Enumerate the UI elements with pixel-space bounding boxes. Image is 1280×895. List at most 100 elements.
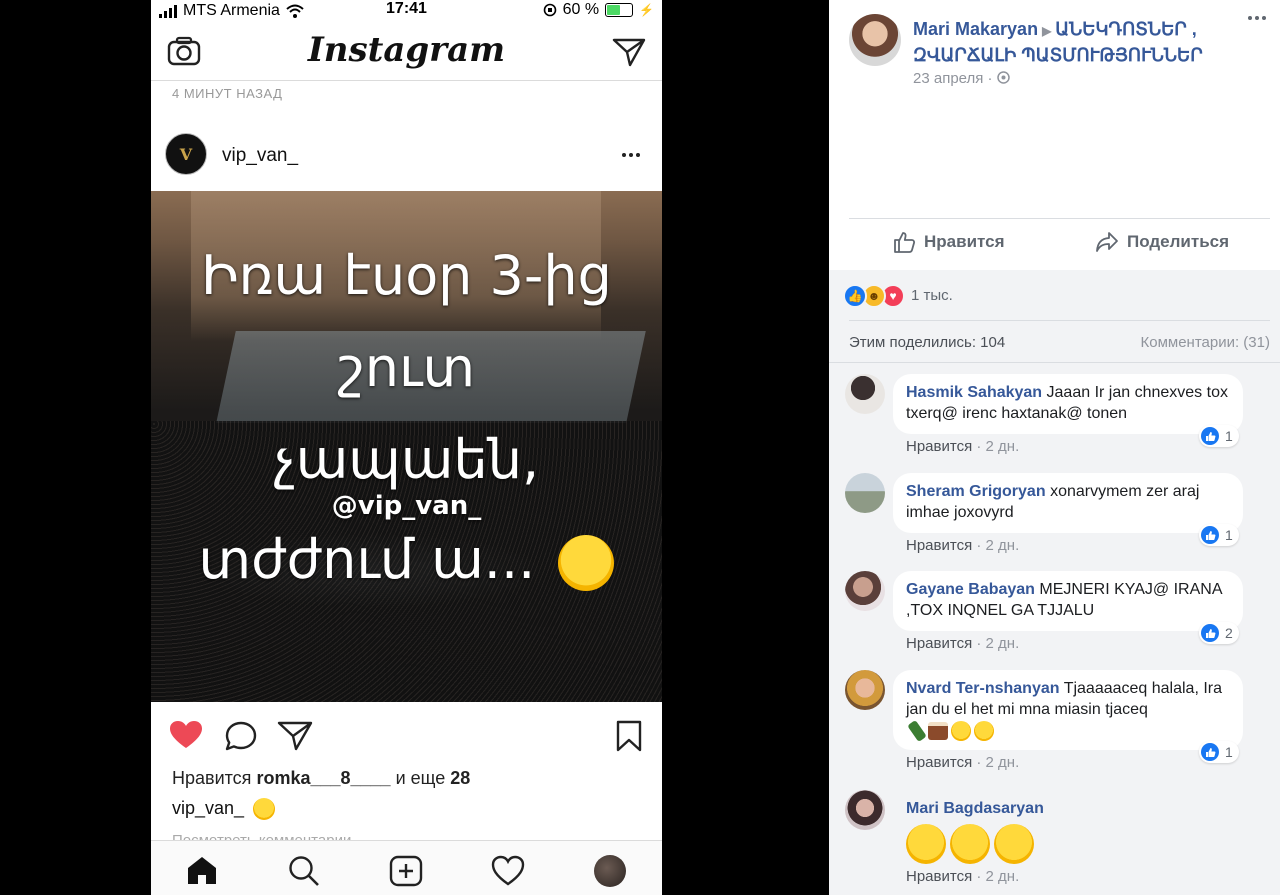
tears-of-joy-emoji-icon [994, 824, 1034, 864]
divider [829, 362, 1280, 363]
overlay-line-3: չապաեն, [273, 428, 540, 491]
commenter-avatar[interactable] [845, 374, 885, 414]
search-icon[interactable] [287, 855, 321, 887]
caption-user[interactable]: vip_van_ [172, 798, 244, 818]
commenter-avatar[interactable] [845, 790, 885, 830]
like-badge-icon [1201, 427, 1219, 445]
comment-like-badge[interactable]: 2 [1199, 622, 1239, 644]
comment-content: Mari Bagdasaryan [906, 800, 1044, 864]
comment-bubble: Gayane Babayan MEJNERI KYAJ@ IRANA ,TOX … [893, 571, 1243, 631]
like-button[interactable]: Нравится [892, 230, 1005, 254]
overlay-line-4: տժժում ա... [198, 528, 536, 591]
profile-avatar[interactable] [594, 855, 626, 887]
comment-time[interactable]: 2 дн. [986, 438, 1020, 455]
globe-privacy-icon [996, 71, 1010, 84]
share-send-icon[interactable] [277, 720, 313, 752]
post-date: 23 апреля · [913, 70, 1010, 87]
tears-of-joy-emoji-icon [558, 535, 615, 592]
post-title: Mari Makaryan ▶ ԱՆԵԿԴՈՏՆԵՐ , ԶՎԱՐՃԱԼԻ ՊԱՏՄ… [913, 17, 1233, 67]
direct-message-icon[interactable] [612, 37, 646, 67]
comment-like-badge[interactable]: 1 [1199, 524, 1239, 546]
comment-emoji-row [906, 824, 1044, 864]
comment-footer: Нравится · 2 дн. [906, 537, 1020, 554]
commenter-avatar[interactable] [845, 670, 885, 710]
tears-of-joy-emoji-icon [906, 824, 946, 864]
new-post-icon[interactable] [389, 855, 423, 887]
likes-count[interactable]: 28 [450, 768, 470, 788]
likes-user[interactable]: romka___8____ [256, 768, 390, 788]
comment-time[interactable]: 2 дн. [986, 754, 1020, 771]
comments-count[interactable]: Комментарии: (31) [1141, 334, 1271, 351]
share-button-label: Поделиться [1127, 232, 1230, 251]
avatar-logo-letter: V [179, 144, 193, 164]
post-caption: vip_van_ [172, 798, 276, 821]
post-author-name[interactable]: vip_van_ [222, 145, 298, 167]
comment-author[interactable]: Hasmik Sahakyan [906, 384, 1042, 401]
battery-percent: 60 % [562, 1, 600, 18]
comment-bubble: Sheram Grigoryan xonarvymem zer araj imh… [893, 473, 1243, 533]
heart-filled-icon[interactable] [169, 720, 203, 750]
instagram-screenshot: MTS Armenia 17:41 60 % ⚡ Instagram 4 МИН… [151, 0, 662, 895]
home-icon[interactable] [185, 855, 219, 885]
author-avatar[interactable] [849, 14, 901, 66]
comment-like-count: 1 [1225, 428, 1233, 444]
comment-time[interactable]: 2 дн. [986, 635, 1020, 652]
like-button-label: Нравится [924, 232, 1005, 251]
comment-icon[interactable] [224, 720, 258, 752]
post-author-avatar[interactable]: V [165, 133, 207, 175]
shares-count[interactable]: Этим поделились: 104 [849, 334, 1005, 351]
comment-author[interactable]: Sheram Grigoryan [906, 483, 1046, 500]
charging-icon: ⚡ [639, 3, 654, 17]
bottle-emoji-icon [907, 719, 927, 742]
reactions-count[interactable]: 1 тыс. [911, 287, 953, 304]
battery-group: 60 % ⚡ [543, 1, 654, 19]
comment-time[interactable]: 2 дн. [986, 868, 1020, 885]
likes-middle: и еще [395, 768, 446, 788]
caption-laugh-emoji-icon [253, 798, 276, 821]
status-bar: MTS Armenia 17:41 60 % ⚡ [151, 0, 662, 20]
thumbs-up-icon [894, 232, 916, 253]
activity-heart-icon[interactable] [491, 855, 525, 887]
post-options-icon[interactable] [622, 153, 640, 157]
comment-like-count: 1 [1225, 744, 1233, 760]
overlay-line-4-row: տժժում ա... [151, 528, 662, 592]
bookmark-icon[interactable] [616, 720, 642, 752]
comment-like-link[interactable]: Нравится [906, 754, 972, 771]
likes-prefix: Нравится [172, 768, 252, 788]
commenter-avatar[interactable] [845, 473, 885, 513]
comment-like-badge[interactable]: 1 [1199, 741, 1239, 763]
comment-footer: Нравится · 2 дн. [906, 438, 1020, 455]
share-arrow-icon [1096, 232, 1118, 252]
facebook-post-panel: Mari Makaryan ▶ ԱՆԵԿԴՈՏՆԵՐ , ԶՎԱՐՃԱԼԻ ՊԱՏՄ… [829, 0, 1280, 895]
like-badge-icon [1201, 624, 1219, 642]
comment-bubble: Nvard Ter-nshanyan Tjaaaaaceq halala, Ir… [893, 670, 1243, 750]
comment-like-link[interactable]: Нравится [906, 438, 972, 455]
post-likes-line: Нравится romka___8____ и еще 28 [172, 768, 470, 789]
comment-like-link[interactable]: Нравится [906, 868, 972, 885]
comment-like-count: 1 [1225, 527, 1233, 543]
comment-author[interactable]: Mari Bagdasaryan [906, 800, 1044, 818]
arrow-right-icon: ▶ [1042, 24, 1052, 38]
comment-footer: Нравится · 2 дн. [906, 868, 1020, 885]
comment-like-badge[interactable]: 1 [1199, 425, 1239, 447]
comment-author[interactable]: Nvard Ter-nshanyan [906, 680, 1060, 697]
instagram-logo: Instagram [307, 30, 506, 70]
reactions-icons[interactable]: 👍 ☻ ♥ [843, 284, 905, 308]
comment-like-link[interactable]: Нравится [906, 537, 972, 554]
instagram-header: Instagram [151, 24, 662, 81]
post-date-text[interactable]: 23 апреля · [913, 70, 997, 87]
commenter-avatar[interactable] [845, 571, 885, 611]
comment-like-link[interactable]: Нравится [906, 635, 972, 652]
comment-author[interactable]: Gayane Babayan [906, 581, 1035, 598]
post-options-icon[interactable] [1248, 16, 1266, 20]
smile-emoji-icon [974, 720, 994, 741]
share-button[interactable]: Поделиться [1095, 230, 1229, 254]
post-header: V vip_van_ [151, 123, 662, 183]
rotation-lock-icon [543, 3, 556, 17]
comment-time[interactable]: 2 дн. [986, 537, 1020, 554]
author-name[interactable]: Mari Makaryan [913, 19, 1038, 39]
like-reaction-icon: 👍 [843, 284, 867, 308]
overlay-handle: @vip_van_ [331, 491, 482, 521]
instagram-bottom-nav [151, 840, 662, 895]
comment-footer: Нравится · 2 дн. [906, 635, 1020, 652]
